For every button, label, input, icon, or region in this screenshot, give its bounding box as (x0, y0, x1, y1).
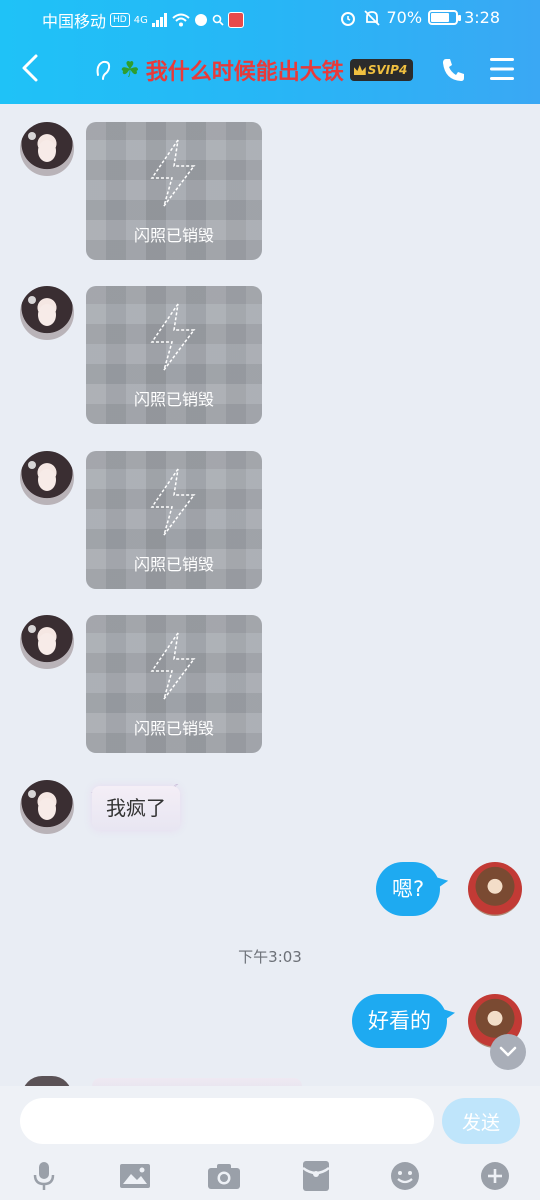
red-app-icon (227, 12, 244, 28)
voice-button[interactable] (26, 1158, 62, 1194)
flash-destroyed-label: 闪照已销毁 (133, 555, 214, 574)
time-separator: 下午3:03 (238, 948, 302, 966)
title-bar: ☘ 我什么时候能出大铁 SVIP4 (0, 40, 540, 100)
flash-destroyed-label: 闪照已销毁 (133, 390, 214, 409)
lightning-icon (150, 139, 196, 207)
red-packet-button[interactable] (298, 1158, 334, 1194)
battery-icon (428, 10, 462, 25)
flash-destroyed-label: 闪照已销毁 (133, 719, 214, 738)
emoji-icon (391, 1162, 419, 1190)
mute-bell-icon (363, 9, 380, 26)
scroll-to-bottom-button[interactable] (490, 1034, 526, 1070)
lightning-icon (150, 632, 196, 700)
flash-destroyed-label: 闪照已销毁 (133, 226, 214, 245)
alarm-icon (340, 11, 355, 26)
chevron-down-icon (499, 1046, 517, 1057)
battery-percent: 70% (386, 8, 423, 27)
plus-icon (481, 1162, 509, 1190)
flash-photo-card[interactable]: 闪照已销毁 (86, 286, 262, 424)
emoji-button[interactable] (387, 1158, 423, 1194)
avatar-her[interactable] (20, 451, 74, 505)
message-bubble-me[interactable]: 嗯? (376, 862, 441, 916)
svip-badge: SVIP4 (349, 59, 414, 81)
status-left: 中国移动 HD 4G (42, 8, 244, 32)
avatar-her[interactable] (20, 286, 74, 340)
more-button[interactable] (477, 1158, 513, 1194)
network-label: 4G (133, 14, 148, 26)
avatar-her[interactable] (20, 122, 74, 176)
camera-button[interactable] (206, 1158, 242, 1194)
flash-photo-card[interactable]: 闪照已销毁 (86, 615, 262, 753)
flash-photo-card[interactable]: 闪照已销毁 (86, 451, 262, 589)
carrier-label: 中国移动 (42, 12, 107, 31)
avatar-her[interactable] (20, 615, 74, 669)
app-notification-icon (194, 14, 207, 26)
message-input[interactable] (20, 1098, 434, 1144)
avatar-her[interactable] (20, 780, 74, 834)
send-button[interactable]: 发送 (442, 1098, 520, 1144)
phone-call-icon[interactable] (440, 56, 468, 84)
flash-photo-card[interactable]: 闪照已销毁 (86, 122, 262, 260)
input-toolbar (0, 1154, 540, 1194)
svip-badge-label: SVIP4 (367, 63, 408, 77)
chat-title-text: 我什么时候能出大铁 (145, 60, 344, 85)
camera-icon (208, 1164, 240, 1189)
red-packet-icon (302, 1161, 330, 1191)
menu-icon[interactable] (488, 56, 516, 82)
chat-title[interactable]: ☘ 我什么时候能出大铁 SVIP4 (92, 54, 414, 86)
search-notification-icon (212, 14, 224, 26)
signal-icon (151, 13, 167, 27)
hd-badge: HD (110, 13, 130, 27)
image-icon (120, 1164, 150, 1188)
lightning-icon (150, 303, 196, 371)
mic-icon (33, 1162, 55, 1190)
back-icon[interactable] (16, 50, 48, 86)
clover-icon: ☘ (120, 57, 140, 83)
status-bar: 中国移动 HD 4G 70% 3:28 (0, 0, 540, 36)
message-bubble-me[interactable]: 好看的 (352, 994, 447, 1048)
message-bubble-her[interactable]: 我疯了 (92, 786, 180, 830)
status-right: 70% 3:28 (339, 8, 500, 27)
top-header: 中国移动 HD 4G 70% 3:28 ☘ 我什么时候能出大铁 SVIP4 (0, 0, 540, 104)
image-button[interactable] (117, 1158, 153, 1194)
battery-level (431, 13, 450, 22)
ear-icon (96, 60, 111, 80)
avatar-me[interactable] (468, 862, 522, 916)
wifi-icon (172, 13, 190, 27)
clock: 3:28 (464, 8, 500, 27)
crown-icon (353, 65, 366, 75)
lightning-icon (150, 468, 196, 536)
